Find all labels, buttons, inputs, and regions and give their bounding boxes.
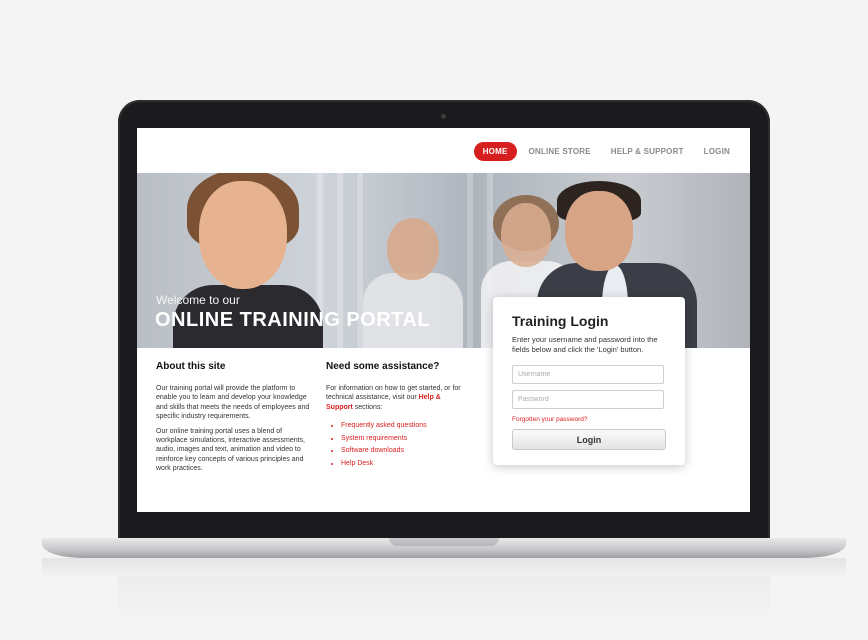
photo-person-head <box>387 218 439 280</box>
login-title: Training Login <box>512 313 609 329</box>
link-help-desk[interactable]: Help Desk <box>341 458 466 471</box>
assistance-heading: Need some assistance? <box>326 361 440 372</box>
link-software-downloads[interactable]: Software downloads <box>341 445 466 458</box>
assistance-links-list: Frequently asked questions System requir… <box>326 420 466 470</box>
nav-help-support[interactable]: HELP & SUPPORT <box>603 142 692 161</box>
link-system-requirements[interactable]: System requirements <box>341 433 466 446</box>
site-header: HOME ONLINE STORE HELP & SUPPORT LOGIN <box>137 128 750 173</box>
photo-person-head <box>501 203 551 267</box>
login-card: Training Login Enter your username and p… <box>493 297 685 465</box>
assistance-text: For information on how to get started, o… <box>326 384 466 412</box>
hero-welcome-text: Welcome to our <box>156 293 240 307</box>
link-faq[interactable]: Frequently asked questions <box>341 420 466 433</box>
nav-home[interactable]: HOME <box>473 142 517 161</box>
assistance-text-after: sections: <box>352 403 383 411</box>
nav-login[interactable]: LOGIN <box>696 142 738 161</box>
laptop-notch <box>389 538 499 546</box>
login-button[interactable]: Login <box>512 429 666 450</box>
photo-person-head <box>199 181 287 289</box>
camera-icon <box>441 114 446 119</box>
nav-online-store[interactable]: ONLINE STORE <box>521 142 599 161</box>
about-paragraph-2: Our online training portal uses a blend … <box>156 427 306 473</box>
username-input[interactable] <box>512 365 664 384</box>
laptop-screen: HOME ONLINE STORE HELP & SUPPORT LOGIN W… <box>137 128 750 512</box>
background-blind <box>467 173 473 348</box>
main-nav: HOME ONLINE STORE HELP & SUPPORT LOGIN <box>470 142 738 161</box>
assistance-section: Need some assistance? For information on… <box>326 361 466 471</box>
hero-title: ONLINE TRAINING PORTAL <box>155 309 431 331</box>
login-description: Enter your username and password into th… <box>512 335 658 354</box>
laptop-reflection <box>118 576 770 620</box>
about-paragraph-1: Our training portal will provide the pla… <box>156 385 310 421</box>
about-heading: About this site <box>156 361 226 372</box>
photo-person-head <box>565 191 633 271</box>
password-input[interactable] <box>512 390 664 409</box>
about-section: About this site Our training portal will… <box>156 361 314 479</box>
forgot-password-link[interactable]: Forgotten your password? <box>512 416 588 423</box>
